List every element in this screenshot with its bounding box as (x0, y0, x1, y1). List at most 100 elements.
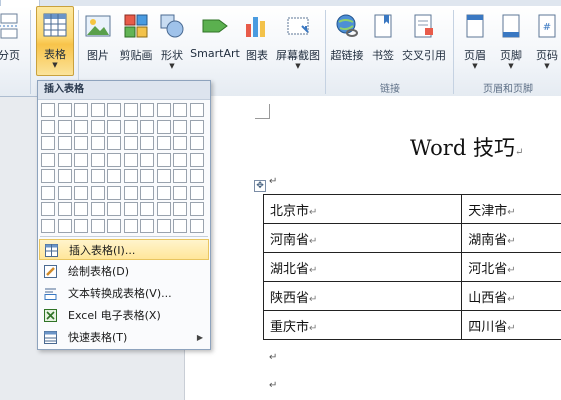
smartart-button[interactable]: SmartArt (190, 8, 240, 74)
table-cell[interactable]: 山西省↵ (461, 281, 561, 311)
table-cell[interactable]: 河南省↵ (262, 223, 463, 253)
grid-cell[interactable] (107, 202, 121, 216)
grid-cell[interactable] (140, 103, 154, 117)
header-button[interactable]: 页眉 ▼ (458, 8, 492, 74)
menu-item-draw-table[interactable]: 绘制表格(D) (39, 261, 209, 282)
grid-cell[interactable] (107, 136, 121, 150)
grid-cell[interactable] (189, 202, 204, 216)
grid-cell[interactable] (90, 119, 105, 134)
bookmark-button[interactable]: 书签 (368, 8, 398, 74)
grid-cell[interactable] (90, 218, 105, 233)
grid-cell[interactable] (57, 152, 72, 167)
grid-cell[interactable] (173, 136, 187, 150)
chart-button[interactable]: 图表 (242, 8, 272, 74)
menu-item-excel-sheet[interactable]: Excel 电子表格(X) (39, 305, 209, 326)
grid-cell[interactable] (140, 136, 154, 150)
grid-cell[interactable] (140, 119, 154, 134)
menu-item-convert-text[interactable]: 文本转换成表格(V)... (39, 283, 209, 304)
grid-cell[interactable] (189, 185, 204, 200)
grid-cell[interactable] (189, 136, 204, 150)
menu-item-quick-tables[interactable]: 快速表格(T) ▶ (39, 327, 209, 348)
grid-cell[interactable] (189, 218, 204, 233)
grid-cell[interactable] (57, 185, 72, 200)
grid-cell[interactable] (74, 202, 88, 216)
grid-cell[interactable] (156, 169, 171, 183)
menu-item-insert-table[interactable]: 插入表格(I)... (39, 239, 209, 260)
grid-cell[interactable] (156, 185, 171, 200)
cross-reference-button[interactable]: 交叉引用 (400, 8, 448, 74)
grid-cell[interactable] (140, 185, 154, 200)
grid-cell[interactable] (189, 119, 204, 134)
grid-cell[interactable] (41, 218, 55, 233)
page-break-button[interactable]: 分页 (0, 8, 24, 74)
grid-cell[interactable] (90, 185, 105, 200)
grid-cell[interactable] (140, 202, 154, 216)
grid-cell[interactable] (90, 169, 105, 183)
grid-cell[interactable] (140, 218, 154, 233)
grid-cell[interactable] (90, 152, 105, 167)
table-cell[interactable]: 重庆市↵ (262, 310, 463, 340)
grid-cell[interactable] (156, 119, 171, 134)
grid-cell[interactable] (189, 152, 204, 167)
grid-cell[interactable] (123, 218, 138, 233)
grid-cell[interactable] (57, 136, 72, 150)
grid-cell[interactable] (57, 202, 72, 216)
table-move-handle-icon[interactable]: ✥ (254, 180, 266, 192)
table-cell[interactable]: 四川省↵ (461, 310, 561, 340)
grid-cell[interactable] (173, 119, 187, 134)
grid-cell[interactable] (123, 169, 138, 183)
grid-cell[interactable] (57, 169, 72, 183)
grid-cell[interactable] (74, 119, 88, 134)
grid-cell[interactable] (74, 136, 88, 150)
footer-button[interactable]: 页脚 ▼ (494, 8, 528, 74)
grid-cell[interactable] (74, 152, 88, 167)
grid-cell[interactable] (57, 119, 72, 134)
grid-cell[interactable] (156, 103, 171, 117)
grid-cell[interactable] (57, 103, 72, 117)
grid-cell[interactable] (107, 185, 121, 200)
grid-cell[interactable] (90, 202, 105, 216)
grid-cell[interactable] (189, 103, 204, 117)
grid-cell[interactable] (41, 152, 55, 167)
table-cell[interactable]: 北京市↵ (262, 194, 463, 224)
grid-cell[interactable] (173, 103, 187, 117)
table-cell[interactable]: 河北省↵ (461, 252, 561, 282)
grid-cell[interactable] (156, 202, 171, 216)
grid-cell[interactable] (107, 169, 121, 183)
grid-cell[interactable] (123, 152, 138, 167)
grid-cell[interactable] (123, 103, 138, 117)
grid-cell[interactable] (74, 185, 88, 200)
table-button[interactable]: 表格 ▼ (36, 6, 74, 76)
grid-cell[interactable] (123, 185, 138, 200)
grid-cell[interactable] (107, 218, 121, 233)
grid-cell[interactable] (123, 202, 138, 216)
grid-cell[interactable] (156, 152, 171, 167)
grid-cell[interactable] (107, 119, 121, 134)
grid-cell[interactable] (173, 169, 187, 183)
grid-cell[interactable] (107, 103, 121, 117)
grid-cell[interactable] (173, 185, 187, 200)
grid-cell[interactable] (74, 169, 88, 183)
document-page[interactable]: Word 技巧↵ ↵ ✥ 北京市↵ 天津市↵ 河南省↵ 湖南省↵ 湖北省↵ 河北省↵ 陕西省… (184, 96, 561, 400)
shapes-button[interactable]: 形状 ▼ (156, 8, 188, 74)
grid-cell[interactable] (74, 103, 88, 117)
table-cell[interactable]: 湖北省↵ (262, 252, 463, 282)
table-cell[interactable]: 湖南省↵ (461, 223, 561, 253)
grid-cell[interactable] (156, 218, 171, 233)
grid-cell[interactable] (123, 119, 138, 134)
grid-cell[interactable] (57, 218, 72, 233)
grid-cell[interactable] (173, 218, 187, 233)
grid-cell[interactable] (189, 169, 204, 183)
grid-cell[interactable] (41, 185, 55, 200)
grid-cell[interactable] (41, 103, 55, 117)
hyperlink-button[interactable]: 超链接 (329, 8, 365, 74)
grid-cell[interactable] (140, 169, 154, 183)
screenshot-button[interactable]: 屏幕截图 ▼ (274, 8, 322, 74)
grid-cell[interactable] (173, 152, 187, 167)
table-cell[interactable]: 天津市↵ (461, 194, 561, 224)
grid-cell[interactable] (140, 152, 154, 167)
grid-cell[interactable] (90, 103, 105, 117)
page-number-button[interactable]: # 页码 ▼ (530, 8, 561, 74)
picture-button[interactable]: 图片 (82, 8, 114, 74)
grid-cell[interactable] (41, 202, 55, 216)
